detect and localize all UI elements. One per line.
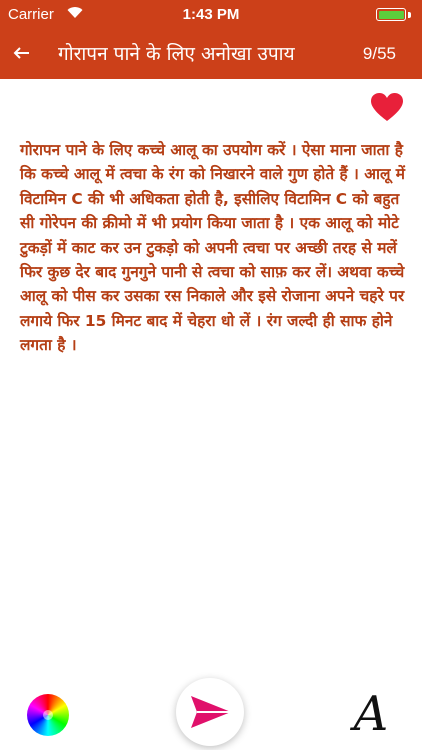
share-button[interactable] (176, 678, 244, 746)
battery-level (378, 10, 404, 19)
heart-icon (371, 93, 403, 121)
article-body: गोरापन पाने के लिए कच्चे आलू का उपयोग कर… (20, 141, 405, 355)
font-size-button[interactable]: A (346, 686, 396, 742)
battery-terminal (408, 12, 411, 18)
status-clock: 1:43 PM (182, 6, 240, 23)
page-counter: 9/55 (362, 44, 396, 63)
font-icon: A (353, 686, 389, 742)
favorite-button[interactable] (370, 93, 404, 123)
status-bar: Carrier 1:43 PM (0, 0, 422, 30)
back-button[interactable] (6, 38, 36, 68)
color-wheel-icon (43, 710, 53, 720)
battery-icon (376, 8, 406, 21)
color-picker-button[interactable] (27, 694, 69, 736)
send-icon (191, 696, 231, 728)
page-title: गोरापन पाने के लिए अनोखा उपाय (58, 43, 295, 65)
back-arrow-icon (13, 47, 29, 59)
navigation-bar: गोरापन पाने के लिए अनोखा उपाय 9/55 (0, 30, 422, 79)
